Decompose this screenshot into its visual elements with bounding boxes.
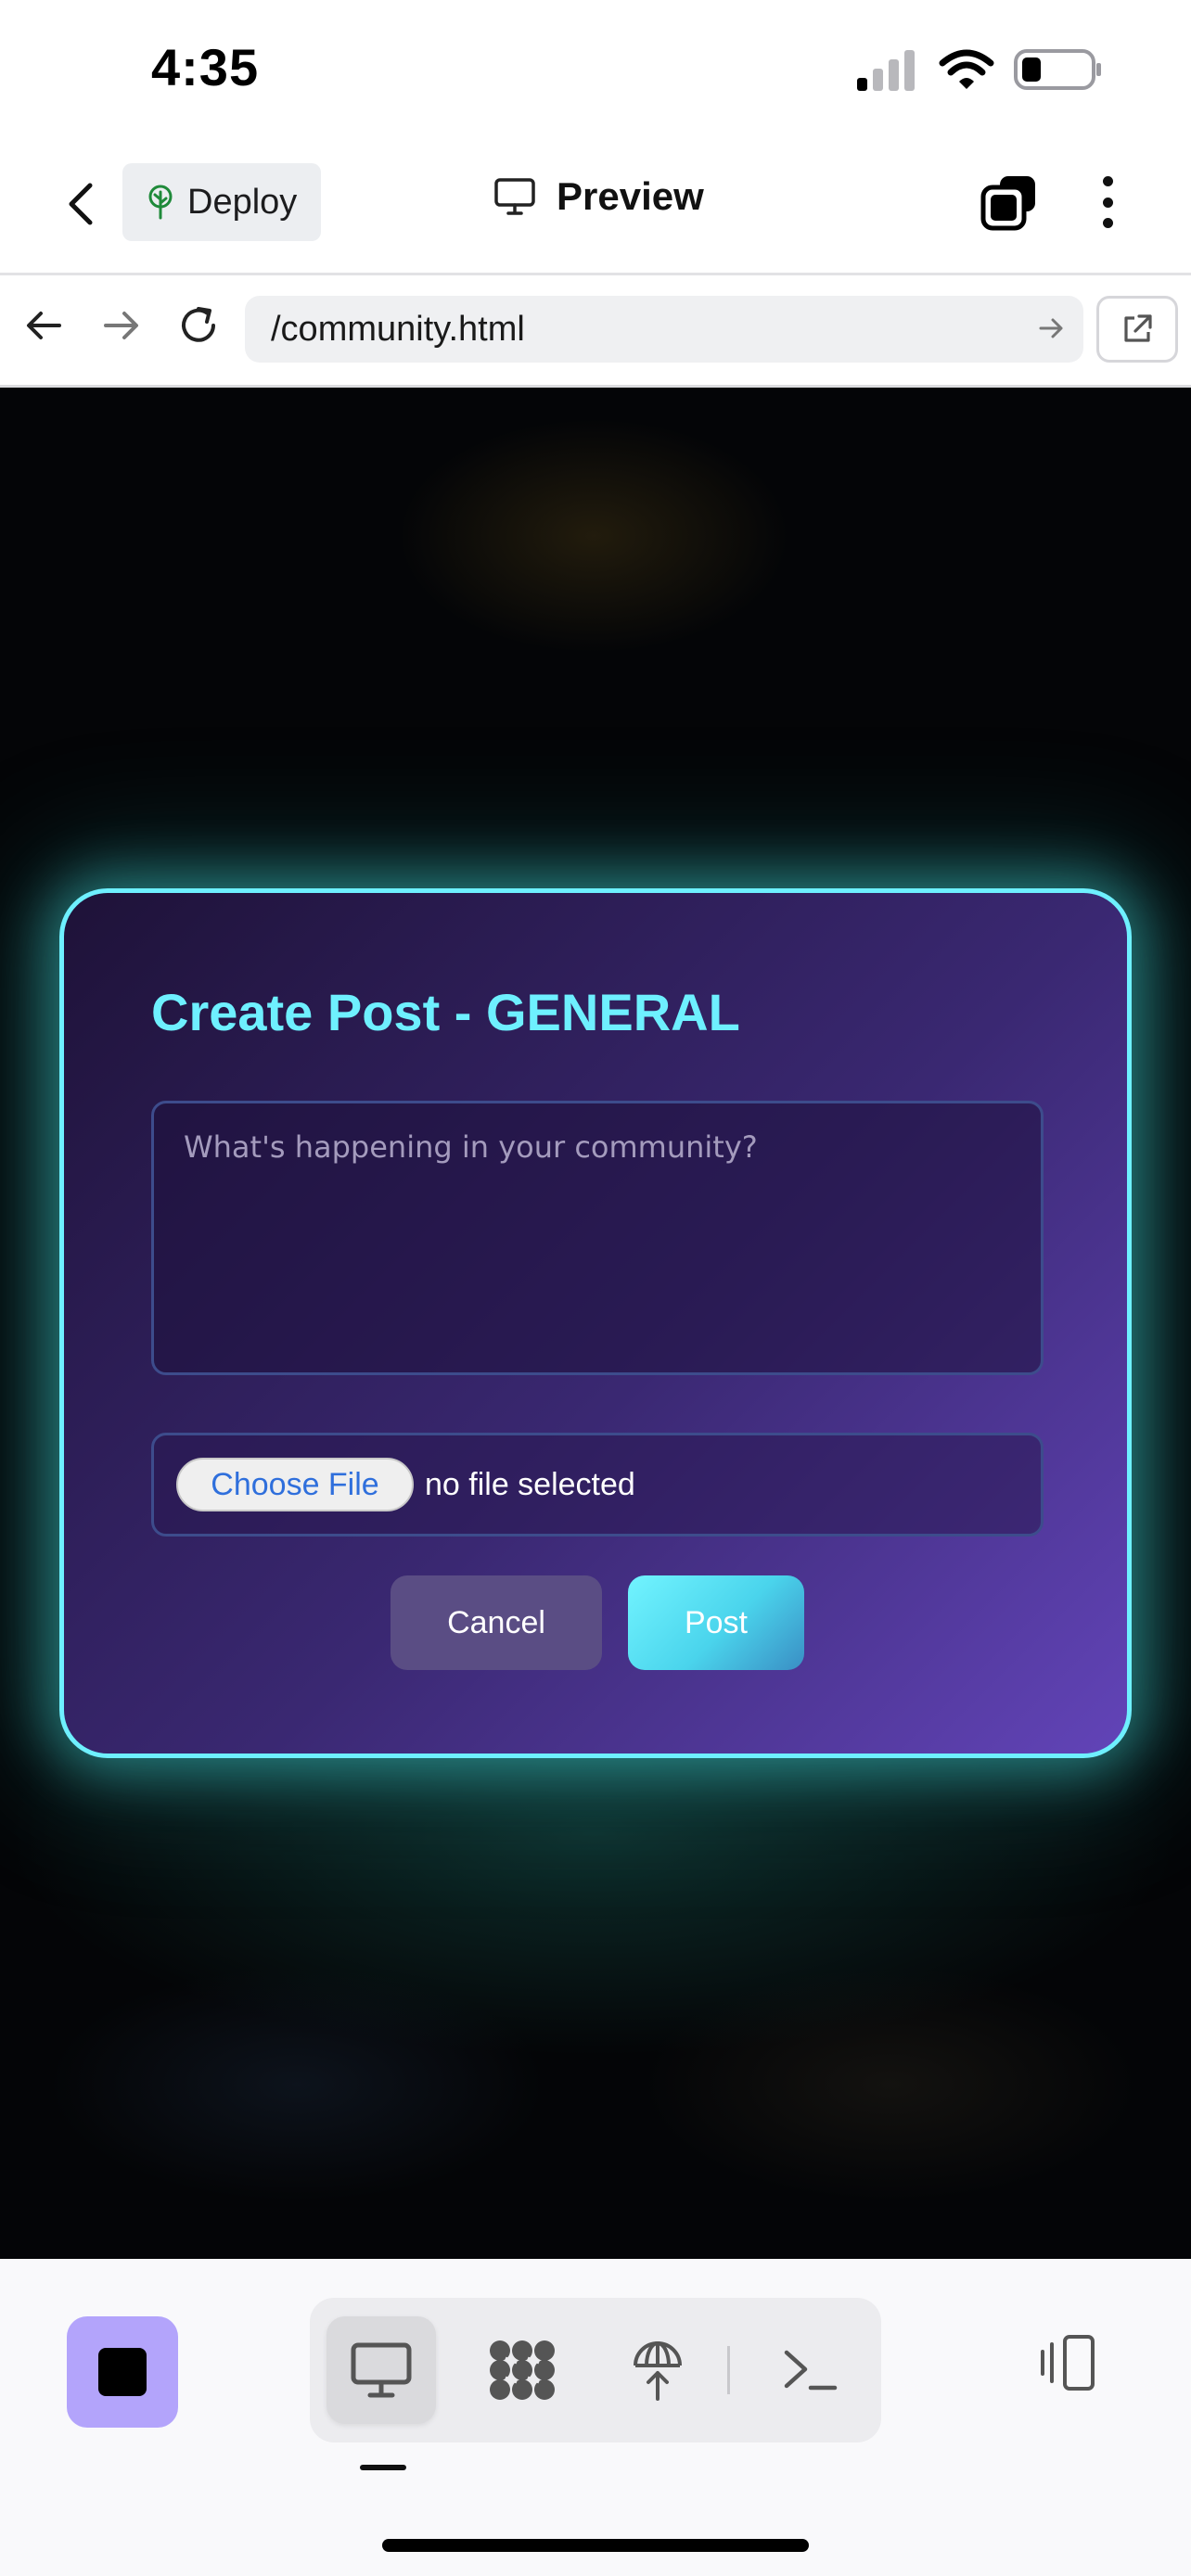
page-title: Preview xyxy=(557,174,704,218)
more-vertical-icon[interactable] xyxy=(1093,172,1122,232)
status-time: 4:35 xyxy=(151,38,260,96)
arrow-left-icon xyxy=(24,305,65,346)
mode-terminal-button[interactable] xyxy=(755,2316,864,2424)
arrow-right-icon xyxy=(100,305,141,346)
deploy-button[interactable]: Deploy xyxy=(122,163,321,241)
post-button[interactable]: Post xyxy=(628,1575,804,1670)
cancel-button[interactable]: Cancel xyxy=(391,1575,602,1670)
preview-title: Preview xyxy=(493,174,704,219)
choose-file-button[interactable]: Choose File xyxy=(176,1458,414,1511)
post-textarea[interactable] xyxy=(151,1101,1044,1375)
monitor-icon xyxy=(350,2341,413,2399)
mode-switcher xyxy=(310,2298,881,2442)
app-header: Deploy Preview xyxy=(0,139,1191,275)
url-go-icon[interactable] xyxy=(1037,314,1065,342)
mode-network-button[interactable] xyxy=(467,2316,577,2424)
monitor-icon xyxy=(493,177,536,216)
stop-icon xyxy=(98,2348,147,2396)
bottom-toolbar xyxy=(0,2259,1191,2576)
browser-forward-button[interactable] xyxy=(100,305,141,346)
file-input: Choose File no file selected xyxy=(151,1433,1044,1537)
create-post-modal: Create Post - GENERAL Choose File no fil… xyxy=(59,888,1132,1758)
active-mode-indicator xyxy=(360,2465,406,2470)
reload-button[interactable] xyxy=(176,303,221,348)
browser-back-button[interactable] xyxy=(24,305,65,346)
back-button[interactable] xyxy=(52,174,108,234)
network-icon xyxy=(487,2338,557,2403)
url-field[interactable]: /community.html xyxy=(245,296,1083,363)
tree-icon xyxy=(147,185,174,220)
home-indicator xyxy=(382,2539,809,2552)
tabs-icon xyxy=(980,172,1039,232)
battery-icon xyxy=(1013,48,1104,91)
wifi-icon xyxy=(939,48,994,91)
external-link-icon xyxy=(1121,312,1154,346)
device-rotate-icon xyxy=(1031,2333,1096,2392)
browser-bar: /community.html xyxy=(0,275,1191,388)
mode-divider xyxy=(727,2346,730,2394)
signal-icon xyxy=(855,48,920,93)
file-status: no file selected xyxy=(425,1466,635,1502)
mode-deploy-button[interactable] xyxy=(603,2316,712,2424)
web-content: Create Post - GENERAL Choose File no fil… xyxy=(0,388,1191,2259)
deploy-label: Deploy xyxy=(187,182,298,222)
open-external-button[interactable] xyxy=(1096,296,1178,363)
stop-button[interactable] xyxy=(67,2316,178,2428)
modal-title: Create Post - GENERAL xyxy=(151,983,740,1041)
url-text: /community.html xyxy=(271,309,525,349)
device-rotate-button[interactable] xyxy=(1031,2333,1096,2392)
chevron-left-icon xyxy=(66,182,94,226)
reload-icon xyxy=(176,303,221,348)
deploy-icon xyxy=(630,2338,685,2403)
status-bar: 4:35 xyxy=(0,0,1191,139)
terminal-icon xyxy=(781,2345,839,2395)
mode-preview-button[interactable] xyxy=(327,2316,436,2424)
tabs-button[interactable] xyxy=(980,172,1039,232)
